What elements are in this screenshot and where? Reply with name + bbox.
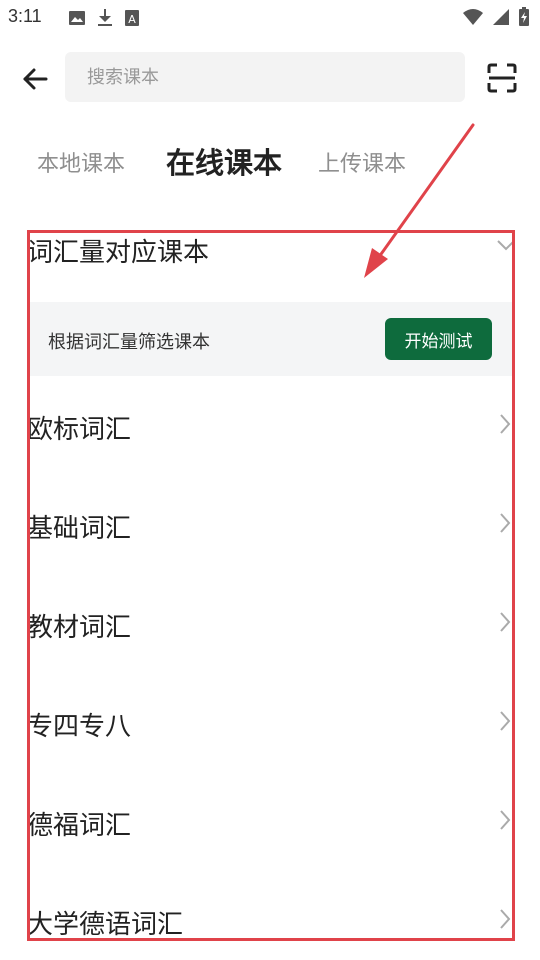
chevron-right-icon — [500, 414, 511, 434]
status-icons-left: A — [68, 8, 140, 28]
list-item-label: 德福词汇 — [27, 811, 132, 841]
chevron-right-icon — [500, 513, 511, 533]
list-item[interactable]: 欧标词汇 — [0, 397, 540, 457]
chevron-right-icon — [500, 711, 511, 731]
filter-card: 根据词汇量筛选课本 开始测试 — [28, 302, 514, 376]
back-button[interactable] — [18, 62, 52, 96]
list-item[interactable]: 教材词汇 — [0, 595, 540, 655]
download-icon — [98, 9, 112, 26]
svg-text:A: A — [128, 13, 136, 26]
image-icon — [69, 11, 85, 25]
list-item-label: 欧标词汇 — [27, 415, 132, 445]
status-icons-right — [462, 7, 530, 27]
start-test-button[interactable]: 开始测试 — [385, 318, 492, 360]
chevron-right-icon — [500, 909, 511, 929]
wifi-icon — [463, 9, 483, 25]
list-item-label: 基础词汇 — [27, 514, 132, 544]
chevron-down-icon — [497, 240, 515, 251]
app-a-icon: A — [125, 10, 139, 26]
list-item[interactable]: 专四专八 — [0, 694, 540, 754]
status-time: 3:11 — [8, 6, 42, 26]
signal-icon — [493, 9, 509, 25]
filter-description: 根据词汇量筛选课本 — [48, 332, 210, 353]
list-item-label: 大学德语词汇 — [27, 910, 184, 940]
battery-icon — [519, 7, 529, 26]
tab-upload-textbooks[interactable]: 上传课本 — [318, 146, 406, 178]
list-item[interactable]: 基础词汇 — [0, 496, 540, 556]
search-bar — [0, 52, 540, 104]
scan-button[interactable] — [484, 60, 520, 96]
list-item[interactable]: 大学德语词汇 — [0, 892, 540, 952]
scan-icon — [487, 63, 517, 93]
vocab-section-header[interactable]: 词汇量对应课本 — [0, 222, 540, 282]
search-input[interactable] — [65, 52, 465, 102]
chevron-right-icon — [500, 810, 511, 830]
status-bar: 3:11 A — [0, 0, 540, 36]
tab-online-textbooks[interactable]: 在线课本 — [166, 140, 282, 182]
list-item-label: 专四专八 — [27, 712, 132, 742]
back-arrow-icon — [23, 68, 48, 90]
tab-bar: 本地课本 在线课本 上传课本 — [0, 140, 540, 184]
list-item[interactable]: 德福词汇 — [0, 793, 540, 853]
chevron-right-icon — [500, 612, 511, 632]
list-item-label: 教材词汇 — [27, 613, 132, 643]
tab-local-textbooks[interactable]: 本地课本 — [37, 146, 125, 178]
section-title: 词汇量对应课本 — [27, 238, 210, 268]
